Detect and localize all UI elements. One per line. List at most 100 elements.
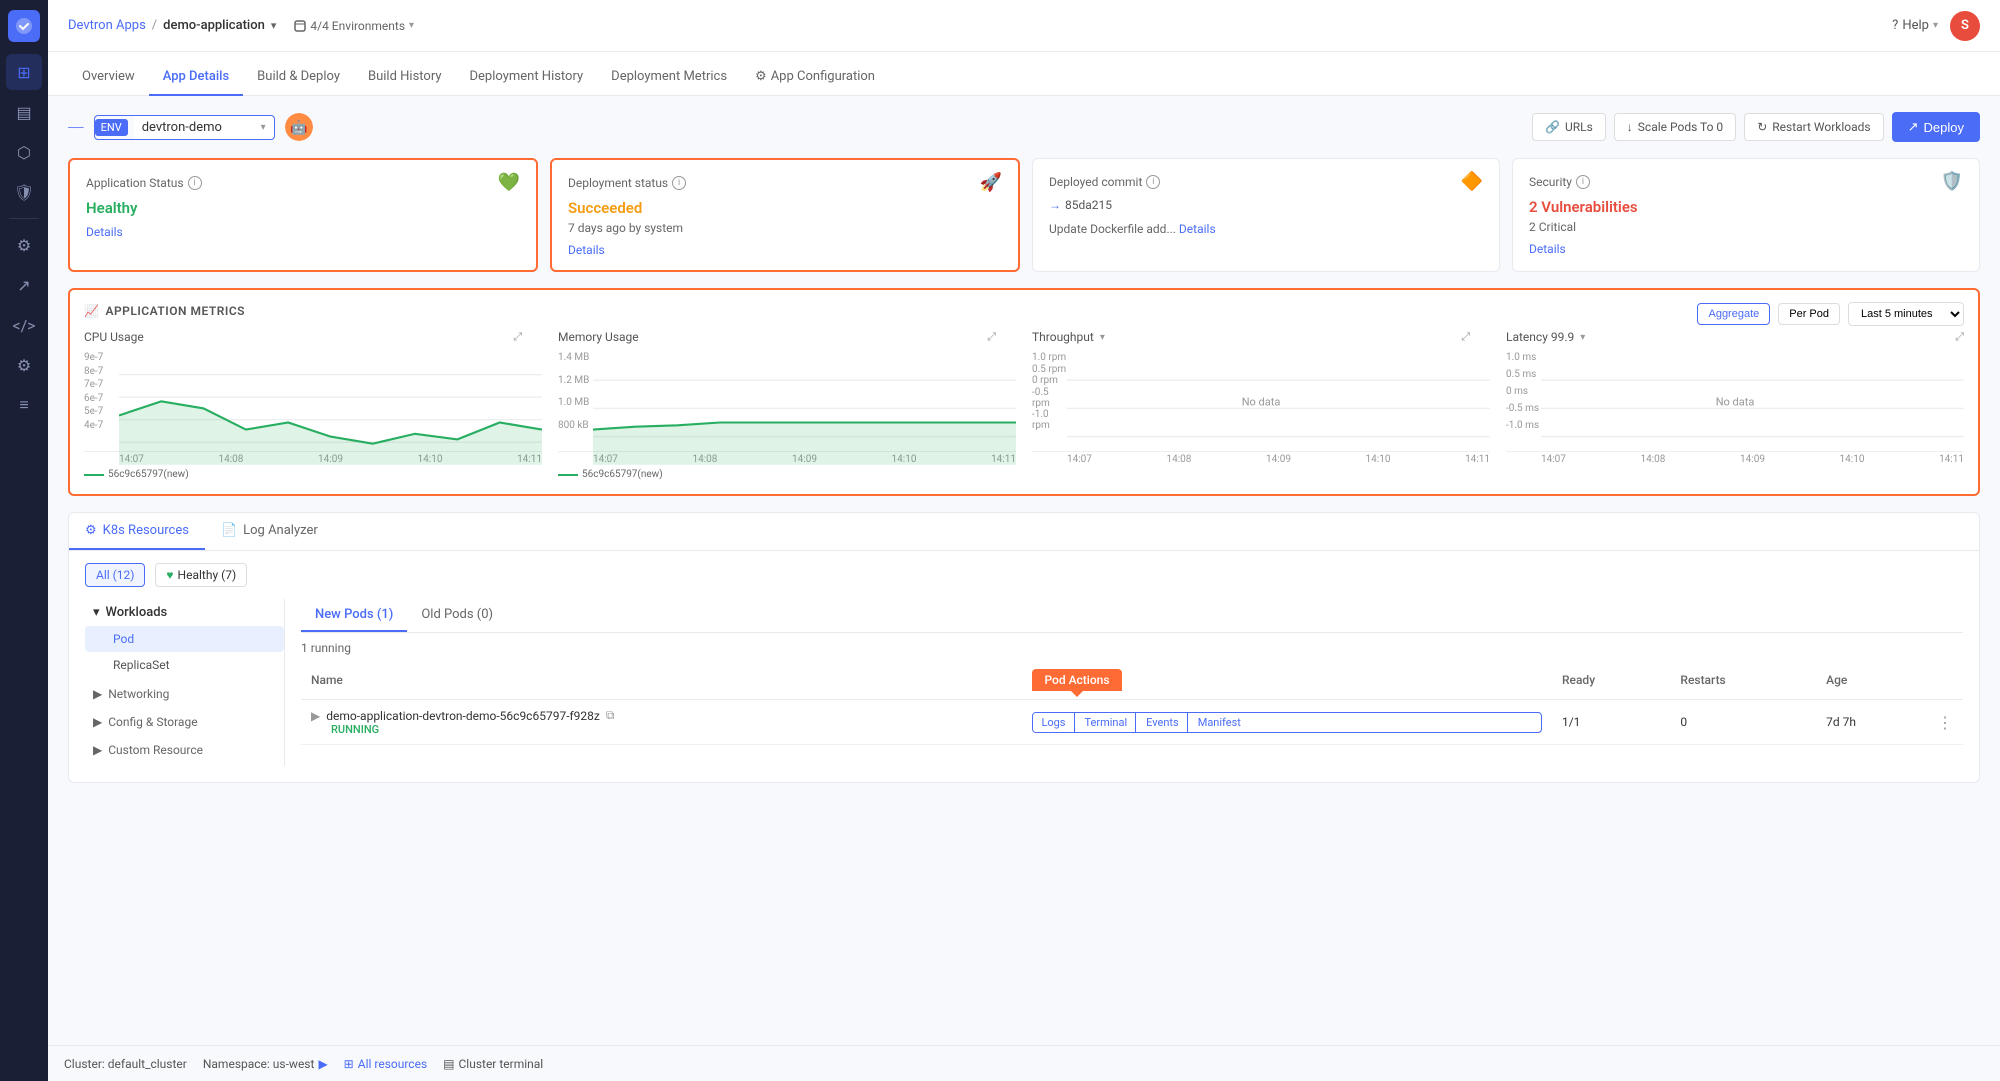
scale-button[interactable]: ↓ Scale Pods To 0 (1614, 113, 1736, 141)
app-status-link[interactable]: Details (86, 225, 123, 239)
workloads-section: ▾ Workloads Pod ReplicaSet (85, 599, 284, 678)
help-icon: ? (1892, 18, 1898, 33)
cpu-y-labels: 9e-78e-77e-76e-75e-74e-7 (84, 352, 119, 431)
tab-overview[interactable]: Overview (68, 59, 149, 96)
pods-tabs: New Pods (1) Old Pods (0) (301, 599, 1963, 633)
sidebar-icon-dashboard[interactable]: ⊞ (6, 54, 42, 90)
filter-all[interactable]: All (12) (85, 563, 145, 587)
toolbar: ── ENV devtron-demo ▾ 🤖 🔗 URLs (68, 112, 1980, 142)
app-status-info[interactable]: i (188, 176, 202, 190)
tab-build-deploy[interactable]: Build & Deploy (243, 59, 354, 96)
pod-copy-icon[interactable]: ⧉ (606, 708, 615, 723)
tab-app-config[interactable]: ⚙ App Configuration (741, 59, 889, 96)
commit-info[interactable]: i (1146, 175, 1160, 189)
pods-table: Name Pod Actions (301, 661, 1963, 745)
memory-y-labels: 1.4 MB1.2 MB1.0 MB800 kB (558, 352, 593, 431)
environments-badge[interactable]: 4/4 Environments ▾ (294, 19, 414, 33)
tab-deployment-metrics[interactable]: Deployment Metrics (597, 59, 741, 96)
urls-button[interactable]: 🔗 URLs (1532, 113, 1606, 141)
memory-expand-icon[interactable]: ⤢ (987, 330, 996, 344)
user-avatar[interactable]: S (1950, 11, 1980, 41)
tab-build-history[interactable]: Build History (354, 59, 456, 96)
log-analyzer-tab[interactable]: 📄 Log Analyzer (205, 513, 334, 550)
cluster-info: Cluster: default_cluster (64, 1057, 187, 1071)
pod-manifest-btn[interactable]: Manifest (1190, 713, 1249, 732)
env-selector: ENV devtron-demo ▾ (94, 115, 275, 140)
k8s-resources-tab[interactable]: ⚙ K8s Resources (69, 513, 205, 550)
restart-button[interactable]: ↻ Restart Workloads (1744, 113, 1883, 141)
tree-item-pod[interactable]: Pod (85, 626, 284, 652)
filter-healthy[interactable]: ♥ Healthy (7) (155, 563, 247, 587)
old-pods-tab[interactable]: Old Pods (0) (407, 599, 507, 632)
sidebar-icon-settings[interactable]: ⚙ (6, 347, 42, 383)
healthy-heart-icon: ♥ (166, 568, 173, 582)
pod-more-btn[interactable]: ⋮ (1937, 713, 1953, 732)
resources-tabs: ⚙ K8s Resources 📄 Log Analyzer (69, 513, 1979, 551)
tree-item-replicaset[interactable]: ReplicaSet (85, 652, 284, 678)
networking-header[interactable]: ▶ Networking (85, 682, 284, 706)
sidebar-icon-apps[interactable]: ▤ (6, 94, 42, 130)
security-info[interactable]: i (1576, 175, 1590, 189)
throughput-chevron[interactable]: ▾ (1100, 332, 1105, 343)
throughput-expand-icon[interactable]: ⤢ (1461, 330, 1470, 344)
commit-card: Deployed commit i 🔶 → 85da215 Update Doc… (1032, 158, 1500, 272)
env-dropdown[interactable]: devtron-demo ▾ (134, 116, 274, 139)
custom-section: ▶ Custom Resource (85, 738, 284, 762)
aggregate-button[interactable]: Aggregate (1697, 303, 1770, 325)
table-row: ▶ demo-application-devtron-demo-56c9c657… (301, 700, 1963, 745)
nav-tabs: Overview App Details Build & Deploy Buil… (48, 52, 2000, 96)
sidebar-icon-build[interactable]: ⚙ (6, 227, 42, 263)
deploy-button[interactable]: ↗ Deploy (1892, 112, 1980, 142)
latency-chevron[interactable]: ▾ (1580, 332, 1585, 343)
sidebar-icon-security[interactable]: 🛡 (6, 174, 42, 210)
terminal-icon: ▤ (443, 1057, 454, 1071)
link-icon: 🔗 (1545, 120, 1560, 134)
security-card: Security i 🛡️ 2 Vulnerabilities 2 Critic… (1512, 158, 1980, 272)
workloads-header[interactable]: ▾ Workloads (85, 599, 284, 626)
cpu-expand-icon[interactable]: ⤢ (513, 330, 522, 344)
namespace-info: Namespace: us-west ▶ (203, 1057, 328, 1071)
commit-icon: 🔶 (1461, 171, 1483, 192)
breadcrumb-dropdown-icon[interactable]: ▾ (271, 19, 277, 32)
app-status-value: Healthy (86, 199, 520, 217)
pod-logs-btn[interactable]: Logs (1033, 713, 1074, 732)
breadcrumb-devtron-apps[interactable]: Devtron Apps (68, 18, 146, 33)
dep-status-info[interactable]: i (672, 176, 686, 190)
sidebar-logo[interactable] (8, 10, 40, 42)
config-header[interactable]: ▶ Config & Storage (85, 710, 284, 734)
cluster-terminal-item[interactable]: ▤ Cluster terminal (443, 1057, 543, 1071)
latency-expand-icon[interactable]: ⤢ (1955, 330, 1964, 344)
memory-chart-area: 1.4 MB1.2 MB1.0 MB800 kB (558, 352, 1016, 452)
sidebar-icon-chart[interactable]: ⬡ (6, 134, 42, 170)
security-header: Security i 🛡️ (1529, 171, 1963, 192)
custom-header[interactable]: ▶ Custom Resource (85, 738, 284, 762)
pod-terminal-btn[interactable]: Terminal (1077, 713, 1137, 732)
per-pod-button[interactable]: Per Pod (1778, 303, 1840, 325)
commit-link[interactable]: Details (1179, 222, 1216, 236)
time-select[interactable]: Last 5 minutes Last 15 minutes Last 1 ho… (1848, 302, 1964, 326)
pods-table-header-row: Name Pod Actions (301, 661, 1963, 700)
sidebar-icon-code[interactable]: </> (6, 307, 42, 343)
dep-status-value: Succeeded (568, 199, 1002, 217)
memory-chart: Memory Usage ⤢ 1.4 MB1.2 MB1.0 MB800 kB (558, 330, 1016, 480)
security-link[interactable]: Details (1529, 242, 1566, 256)
sidebar-icon-layers[interactable]: ≡ (6, 387, 42, 423)
metrics-header: 📈 APPLICATION METRICS (84, 304, 1964, 318)
sidebar-icon-deploy[interactable]: ↗ (6, 267, 42, 303)
env-dropdown-chevron: ▾ (261, 122, 266, 133)
networking-chevron: ▶ (93, 687, 102, 701)
dep-status-link[interactable]: Details (568, 243, 605, 257)
help-button[interactable]: ? Help ▾ (1892, 18, 1938, 33)
tab-app-details[interactable]: App Details (149, 59, 243, 96)
all-resources-item[interactable]: ⊞ All resources (344, 1057, 427, 1071)
app-avatar[interactable]: 🤖 (285, 113, 313, 141)
tab-deployment-history[interactable]: Deployment History (455, 59, 597, 96)
commit-header: Deployed commit i 🔶 (1049, 171, 1483, 192)
pods-area: New Pods (1) Old Pods (0) 1 running Name (285, 599, 1979, 766)
new-pods-tab[interactable]: New Pods (1) (301, 599, 407, 632)
namespace-arrow[interactable]: ▶ (318, 1057, 327, 1071)
latency-chart: Latency 99.9 ▾ ⤢ 1.0 ms0.5 ms0 ms-0.5 ms… (1506, 330, 1964, 480)
pod-expand-icon[interactable]: ▶ (311, 709, 320, 723)
pod-events-btn[interactable]: Events (1138, 713, 1188, 732)
latency-svg (1541, 352, 1964, 465)
